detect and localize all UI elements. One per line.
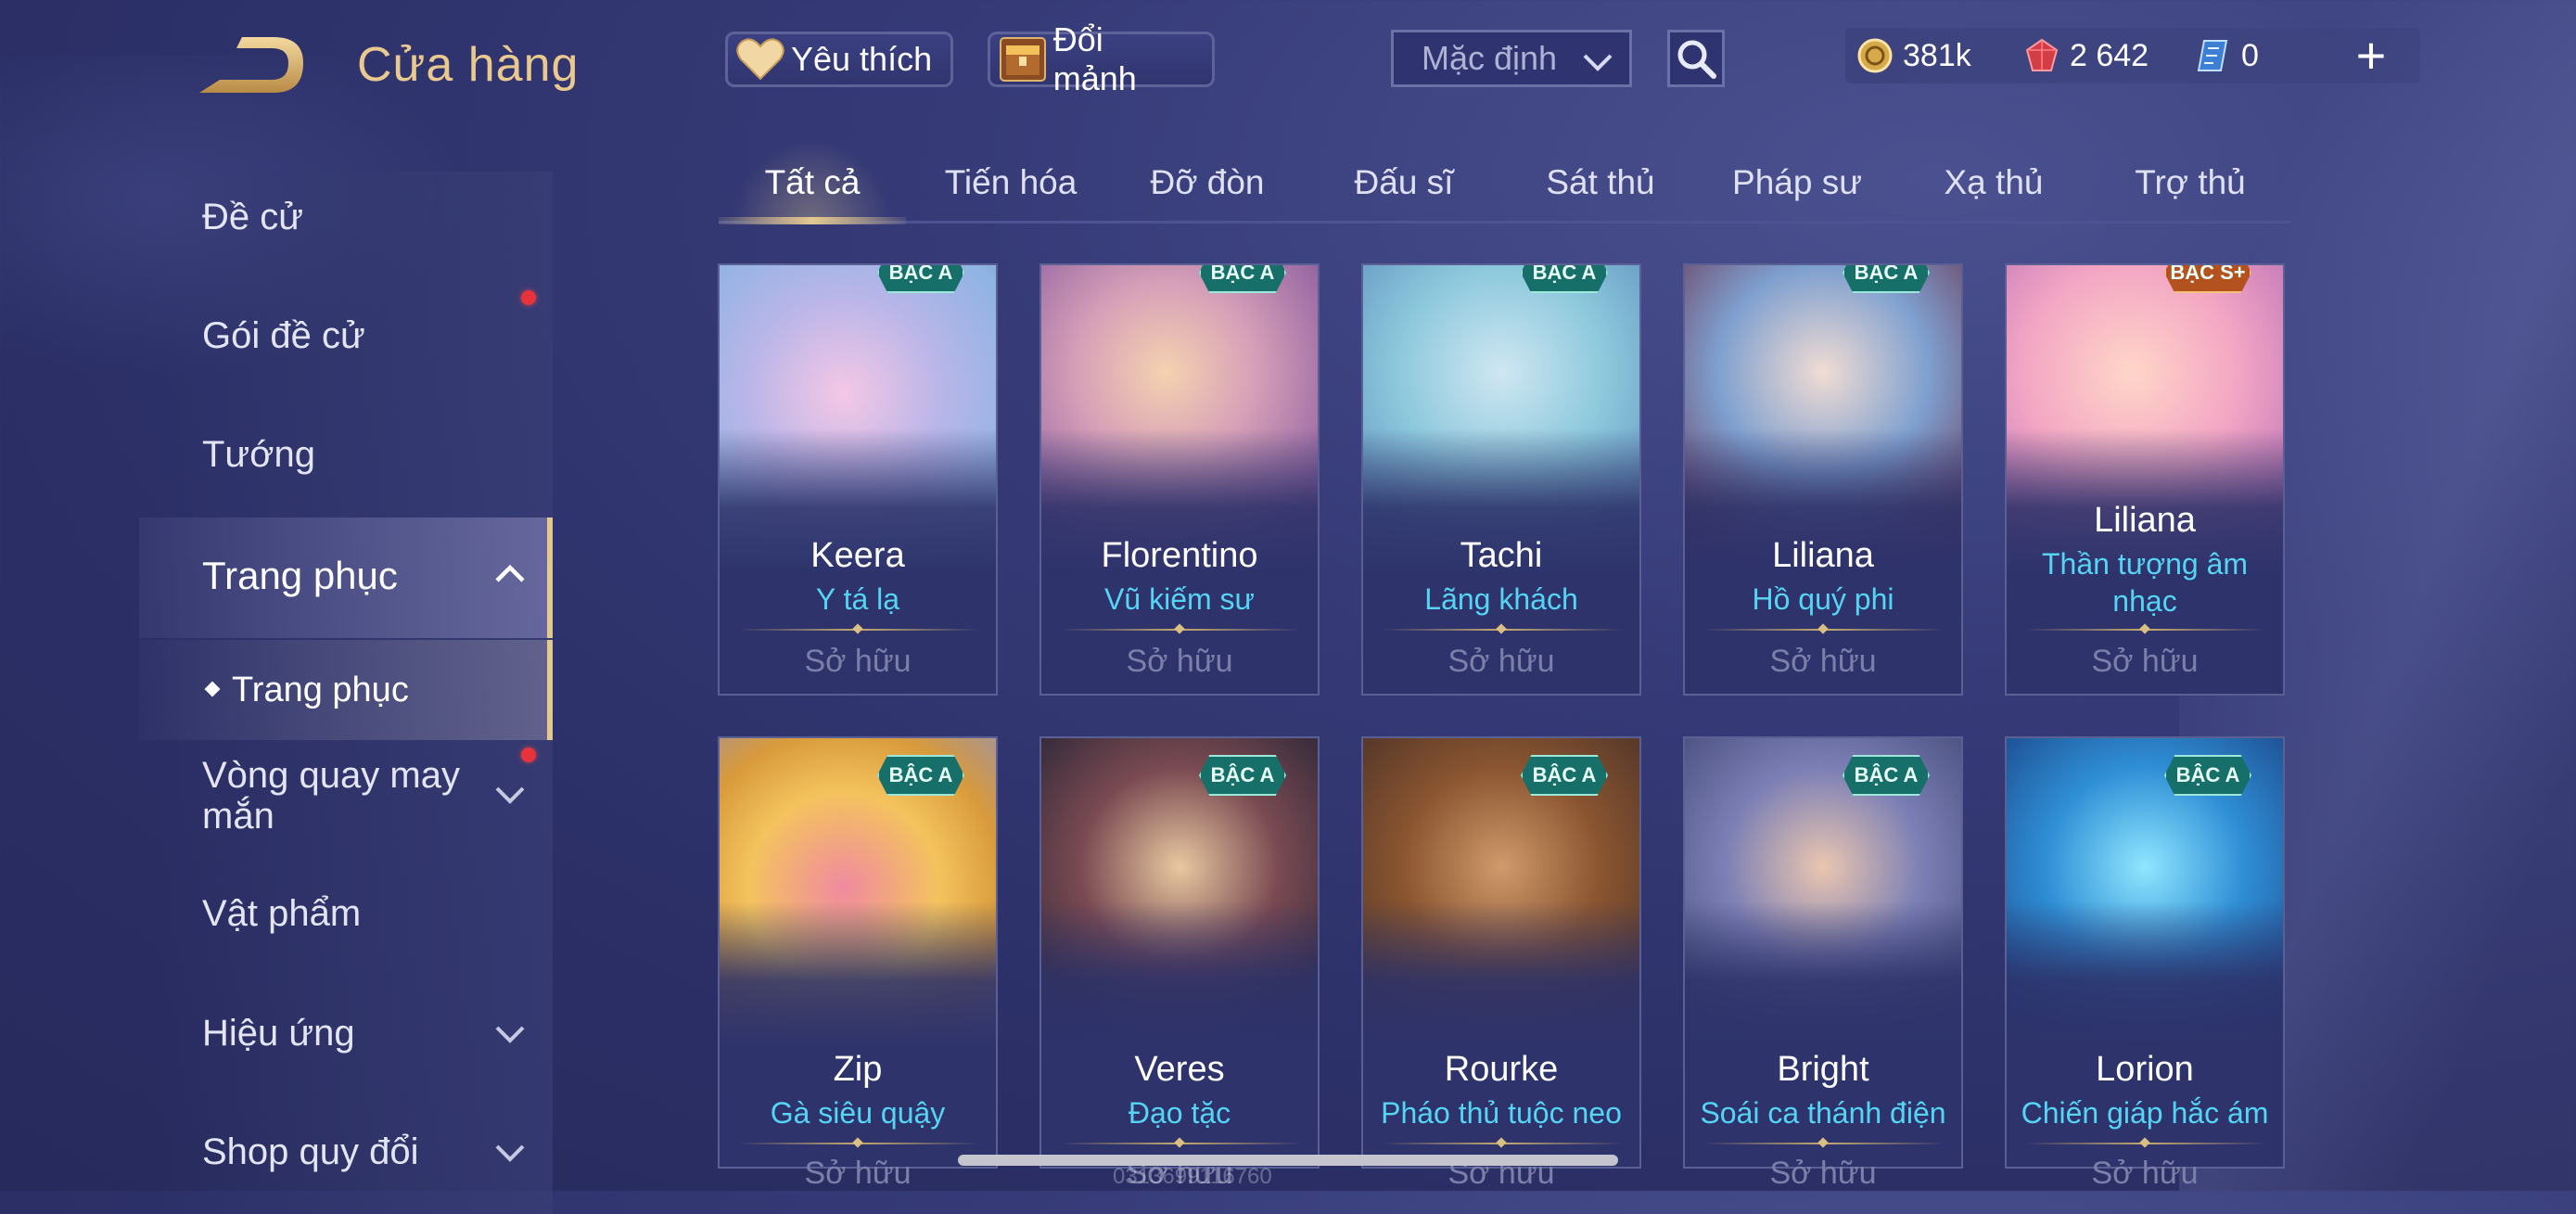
gold-value: 381k	[1903, 37, 1971, 73]
shard-exchange-button[interactable]: Đổi mảnh	[988, 20, 1215, 97]
tab-assassin[interactable]: Sát thủ	[1508, 163, 1693, 202]
tab-fighter[interactable]: Đấu sĩ	[1311, 163, 1497, 202]
favorite-button[interactable]: Yêu thích	[725, 32, 953, 87]
hero-name: Keera	[810, 536, 905, 575]
sort-value: Mặc định	[1422, 39, 1558, 77]
rank-badge: BẬC A	[1521, 265, 1608, 293]
rank-badge: BẬC A	[877, 755, 964, 796]
notification-badge	[521, 748, 536, 762]
skin-card[interactable]: BẬC A Florentino Vũ kiếm sư Sở hữu	[1039, 263, 1320, 696]
hero-name: Bright	[1777, 1050, 1869, 1089]
skin-name: Pháo thủ tuộc neo	[1381, 1096, 1622, 1130]
watermark-id: 0313699116760	[1113, 1164, 1272, 1189]
ticket-value: 0	[2241, 37, 2259, 73]
skin-card[interactable]: BẬC A Zip Gà siêu quậy	[718, 736, 998, 1169]
rank-badge: BẬC A	[1199, 265, 1286, 293]
skin-name: Thần tượng âm nhạc	[2041, 547, 2249, 618]
rank-badge: BẬC A	[1199, 755, 1286, 796]
skin-name: Gà siêu quậy	[770, 1096, 946, 1130]
gold-currency: 381k	[1856, 28, 1971, 83]
skin-name: Chiến giáp hắc ám	[2021, 1096, 2269, 1130]
owned-status: Sở hữu	[1126, 644, 1233, 679]
hero-name: Liliana	[1772, 536, 1874, 575]
rank-badge: BẬC A	[1843, 265, 1930, 293]
sidebar-item-recommended-bundles[interactable]: Gói đề cử	[202, 315, 365, 357]
skin-card[interactable]: BẬC A Rourke Pháo thủ tuộc neo	[1361, 736, 1641, 1169]
skin-card[interactable]: BẬC A Liliana Hồ quý phi Sở hữu	[1683, 263, 1963, 696]
shard-exchange-label: Đổi mảnh	[1052, 20, 1137, 97]
treasure-chest-icon	[998, 36, 1048, 83]
tab-all[interactable]: Tất cả	[719, 163, 906, 202]
page-title: Cửa hàng	[357, 38, 580, 92]
sidebar-item-skins-label: Trang phục	[202, 554, 398, 597]
hero-name: Rourke	[1444, 1050, 1559, 1089]
owned-status: Sở hữu	[1447, 644, 1555, 679]
owned-status: Sở hữu	[804, 1156, 912, 1191]
owned-status: Sở hữu	[2091, 644, 2199, 679]
gold-coin-icon	[1856, 37, 1894, 74]
tab-evolution[interactable]: Tiến hóa	[918, 163, 1103, 202]
skin-card[interactable]: BẬC A Bright Soái ca thánh điện	[1683, 736, 1963, 1169]
hero-name: Lorion	[2096, 1050, 2194, 1089]
rank-badge: BẬC A	[877, 265, 964, 293]
hero-name: Florentino	[1101, 536, 1258, 575]
skin-card[interactable]: BẬC A Keera Y tá lạ Sở hữu	[718, 263, 998, 696]
skin-name: Đạo tặc	[1128, 1096, 1231, 1130]
home-indicator[interactable]	[958, 1155, 1618, 1166]
owned-status: Sở hữu	[2091, 1156, 2199, 1191]
back-button[interactable]	[199, 35, 311, 100]
ticket-icon	[2195, 37, 2232, 74]
chevron-down-icon	[1581, 45, 1614, 84]
active-tab-underline	[719, 217, 906, 224]
rank-badge: BẬC S+	[2164, 265, 2251, 293]
hero-name: Zip	[833, 1050, 883, 1089]
tab-mage[interactable]: Pháp sư	[1704, 163, 1890, 202]
add-currency-button[interactable]: +	[2346, 28, 2396, 83]
rank-badge: BẬC A	[1843, 755, 1930, 796]
skin-name: Vũ kiếm sư	[1104, 582, 1255, 616]
ruby-currency: 2 642	[2023, 28, 2149, 83]
sidebar-item-recommended[interactable]: Đề cử	[202, 197, 303, 238]
hero-name: Veres	[1134, 1050, 1225, 1089]
tab-tank[interactable]: Đỡ đòn	[1115, 163, 1300, 202]
back-arrow-icon	[199, 37, 303, 93]
owned-status: Sở hữu	[1769, 644, 1877, 679]
skin-name: Lãng khách	[1424, 582, 1578, 616]
rank-badge: BẬC A	[1521, 755, 1608, 796]
ruby-value: 2 642	[2070, 37, 2149, 73]
rank-badge: BẬC A	[2164, 755, 2251, 796]
sort-dropdown[interactable]: Mặc định	[1391, 30, 1632, 87]
notification-badge	[521, 290, 536, 305]
ruby-icon	[2023, 37, 2060, 74]
sidebar-subitem-skins-label: Trang phục	[232, 671, 409, 709]
tab-divider	[719, 221, 2290, 224]
skin-card[interactable]: BẬC A Veres Đạo tặc	[1039, 736, 1320, 1169]
hero-name: Tachi	[1460, 536, 1543, 575]
search-button[interactable]	[1667, 30, 1725, 87]
chevron-up-icon	[491, 560, 529, 593]
hero-name: Liliana	[2094, 501, 2196, 540]
favorite-label: Yêu thích	[791, 40, 933, 78]
owned-status: Sở hữu	[804, 644, 912, 679]
chevron-down-icon[interactable]	[491, 781, 529, 813]
tab-marksman[interactable]: Xạ thủ	[1901, 163, 2086, 202]
sidebar-item-lucky-spin[interactable]: Vòng quay may mắn	[202, 755, 499, 837]
tab-support[interactable]: Trợ thủ	[2098, 163, 2283, 202]
skin-name: Soái ca thánh điện	[1700, 1096, 1946, 1130]
sidebar-item-items[interactable]: Vật phẩm	[202, 893, 361, 935]
skin-name: Y tá lạ	[815, 582, 900, 616]
skin-card[interactable]: BẬC A Tachi Lãng khách Sở hữu	[1361, 263, 1641, 696]
ticket-currency: 0	[2195, 28, 2259, 83]
heart-icon	[735, 36, 785, 83]
skin-name: Hồ quý phi	[1752, 582, 1894, 616]
owned-status: Sở hữu	[1769, 1156, 1877, 1191]
search-icon	[1677, 40, 1716, 79]
skin-card[interactable]: BẬC S+ Liliana Thần tượng âm nhạc Sở hữu	[2005, 263, 2285, 696]
chevron-down-icon[interactable]	[491, 1139, 529, 1171]
sidebar-item-effects[interactable]: Hiệu ứng	[202, 1013, 355, 1054]
chevron-down-icon[interactable]	[491, 1020, 529, 1053]
skin-card[interactable]: BẬC A Lorion Chiến giáp hắc ám	[2005, 736, 2285, 1169]
sidebar-item-heroes[interactable]: Tướng	[202, 434, 315, 476]
sidebar-item-exchange-shop[interactable]: Shop quy đổi	[202, 1131, 419, 1173]
